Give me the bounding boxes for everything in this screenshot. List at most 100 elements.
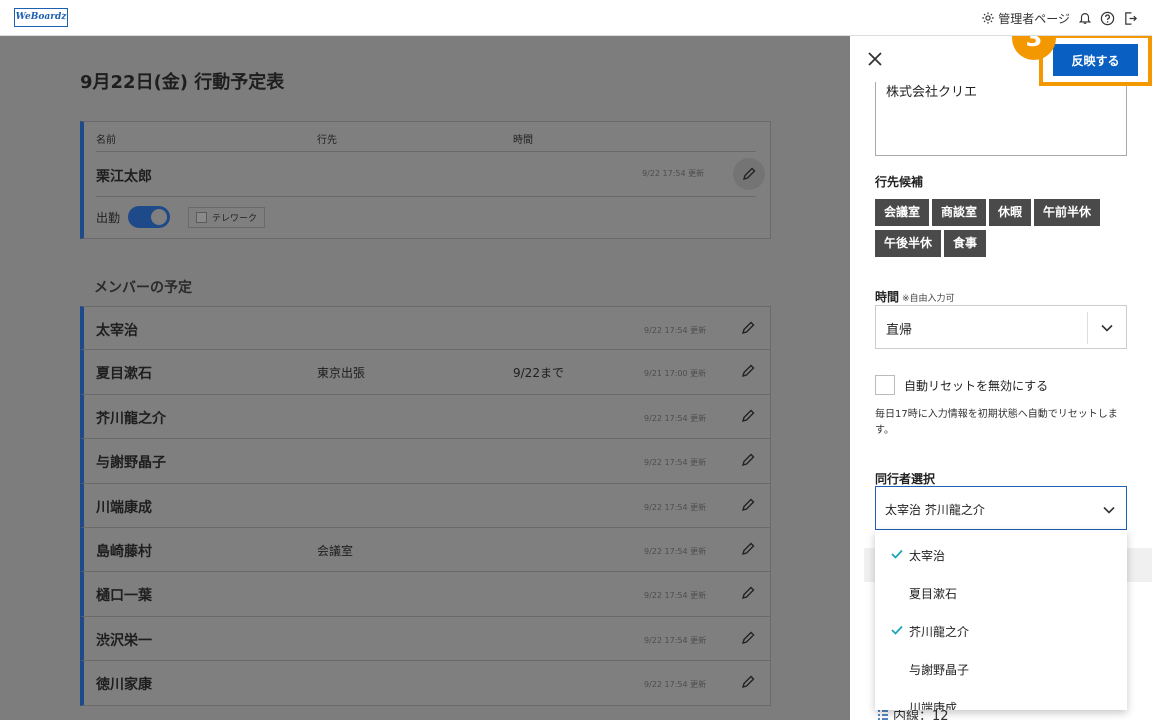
companion-select[interactable]: 太宰治 芥川龍之介 [875,486,1127,530]
member-name: 徳川家康 [96,677,152,694]
edit-member-button[interactable] [740,363,756,383]
member-updated: 9/22 17:54 更新 [644,680,707,690]
check-icon [891,548,903,562]
member-name: 島崎藤村 [96,543,152,560]
member-updated: 9/22 17:54 更新 [644,326,707,335]
companion-option[interactable]: 太宰治 [875,536,1127,574]
candidate-chip[interactable]: 食事 [944,230,987,257]
edit-member-button[interactable] [740,630,756,650]
my-name: 栗江太郎 [96,169,152,185]
help-icon[interactable] [1100,11,1115,26]
list-icon [878,709,888,720]
pencil-icon [740,453,756,472]
companion-dropdown: 太宰治夏目漱石芥川龍之介与謝野晶子川端康成 [875,530,1127,710]
time-label: 時間 [875,290,900,304]
my-row: 栗江太郎 9/22 17:54 更新 [96,152,765,197]
member-name: 芥川龍之介 [96,410,166,427]
close-icon [868,52,882,66]
logout-icon[interactable] [1123,11,1138,26]
edit-member-button[interactable] [740,674,756,694]
edit-member-button[interactable] [740,541,756,561]
members-section-title: メンバーの予定 [94,280,192,296]
member-name: 太宰治 [96,323,138,339]
candidate-chip[interactable]: 商談室 [932,199,987,226]
time-select[interactable]: 直帰 [875,305,1127,349]
member-row[interactable]: 芥川龍之介 9/22 17:54 更新 [80,394,771,440]
candidate-chip[interactable]: 午前半休 [1034,199,1101,226]
member-row[interactable]: 夏目漱石 東京出張 9/22まで 9/21 17:00 更新 [80,350,771,395]
attendance-toggle[interactable] [128,206,171,228]
app-logo[interactable]: WeBoardz [14,8,68,27]
check-icon [891,624,903,638]
companion-option[interactable]: 夏目漱石 [875,574,1127,612]
companion-option-label: 川端康成 [909,701,958,710]
edit-my-schedule-button[interactable] [733,158,765,190]
pencil-icon [740,409,756,428]
member-updated: 9/22 17:54 更新 [644,546,707,556]
member-row[interactable]: 徳川家康 9/22 17:54 更新 [80,661,771,706]
pencil-icon [742,167,756,181]
header-actions: 管理者ページ [981,0,1138,36]
companion-label: 同行者選択 [875,472,936,486]
candidates-label: 行先候補 [875,175,924,189]
member-name: 与謝野晶子 [96,455,166,472]
bell-icon[interactable] [1078,11,1092,25]
pencil-icon [740,586,756,605]
companion-option[interactable]: 川端康成 [875,688,1127,710]
column-time-header: 時間 [513,135,533,146]
my-updated: 9/22 17:54 更新 [642,169,705,178]
chevron-down-icon [1101,324,1113,332]
top-header: WeBoardz 管理者ページ [0,0,1152,36]
time-note: ※自由入力可 [902,294,955,304]
admin-page-label: 管理者ページ [998,11,1070,26]
gear-icon [981,11,995,25]
companion-value: 太宰治 芥川龍之介 [885,503,985,517]
telework-checkbox-box [196,211,208,223]
apply-button[interactable]: 反映する [1053,44,1138,76]
apply-button-highlight: 反映する [1039,36,1152,86]
member-name: 夏目漱石 [96,366,152,383]
companion-option-label: 芥川龍之介 [909,625,970,639]
companion-option-label: 太宰治 [909,549,946,563]
member-row[interactable]: 樋口一葉 9/22 17:54 更新 [80,572,771,617]
edit-panel: 内線：12 反映する 3 株式会社クリエ 行先候補 会議室 商談室 休暇 午前半休 午後… [850,36,1152,720]
my-schedule-card: 名前 行先 時間 栗江太郎 9/22 17:54 更新 出勤 テレワーク [80,121,771,239]
member-row[interactable]: 与謝野晶子 9/22 17:54 更新 [80,439,771,484]
telework-checkbox[interactable]: テレワーク [188,206,266,228]
member-row[interactable]: 川端康成 9/22 17:54 更新 [80,483,771,528]
telework-label: テレワーク [212,213,258,224]
member-name: 川端康成 [96,499,152,516]
edit-member-button[interactable] [740,320,756,340]
member-name: 渋沢栄一 [96,632,152,649]
admin-page-link[interactable]: 管理者ページ [981,10,1070,27]
chevron-down-icon [1103,506,1115,514]
members-list: 太宰治 9/22 17:54 更新 夏目漱石 東京出張 9/22まで 9/21 17:00… [80,306,771,706]
edit-member-button[interactable] [740,452,756,472]
select-divider [1087,312,1088,344]
pencil-icon [740,542,756,561]
member-name: 樋口一葉 [96,588,152,605]
auto-reset-help: 毎日17時に入力情報を初期状態へ自動でリセットします。 [875,409,1118,436]
member-row[interactable]: 島崎藤村 会議室 9/22 17:54 更新 [80,527,771,573]
close-panel-button[interactable] [866,50,884,68]
member-row[interactable]: 太宰治 9/22 17:54 更新 [80,306,771,351]
edit-member-button[interactable] [740,408,756,428]
member-time: 9/22まで [513,366,564,381]
pencil-icon [740,321,756,340]
candidate-chip[interactable]: 会議室 [875,199,930,226]
pencil-icon [740,364,756,383]
pencil-icon [740,675,756,694]
candidate-chip[interactable]: 午後半休 [875,230,942,257]
page-title: 9月22日(金) 行動予定表 [80,72,285,93]
member-updated: 9/22 17:54 更新 [644,635,707,645]
companion-option[interactable]: 芥川龍之介 [875,612,1127,650]
candidate-chip[interactable]: 休暇 [989,199,1032,226]
auto-reset-checkbox[interactable]: 自動リセットを無効にする [875,375,1048,395]
member-row[interactable]: 渋沢栄一 9/22 17:54 更新 [80,616,771,662]
companion-option[interactable]: 与謝野晶子 [875,650,1127,688]
pencil-icon [740,498,756,517]
time-label-row: 時間 ※自由入力可 [875,288,955,305]
edit-member-button[interactable] [740,497,756,517]
edit-member-button[interactable] [740,585,756,605]
member-updated: 9/21 17:00 更新 [644,369,707,379]
